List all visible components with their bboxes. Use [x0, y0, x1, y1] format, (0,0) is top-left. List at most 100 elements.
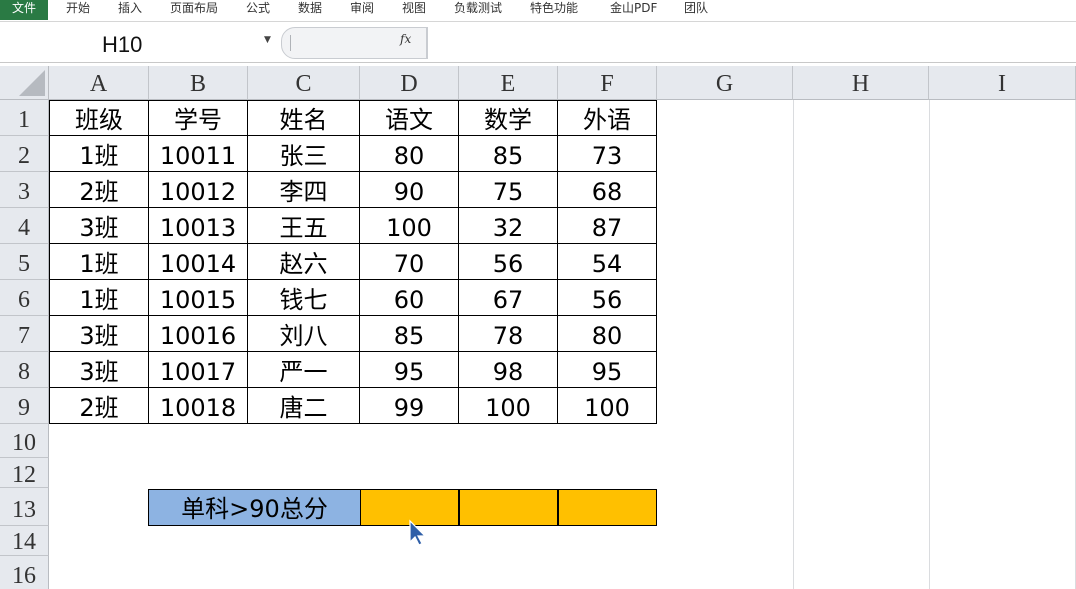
row-header-9[interactable]: 9: [0, 388, 49, 424]
row-header-5[interactable]: 5: [0, 244, 49, 280]
summary-value-cell-e[interactable]: [459, 489, 558, 526]
table-cell[interactable]: 3班: [50, 208, 149, 244]
row-header-12[interactable]: 12: [0, 458, 49, 488]
tab-home[interactable]: 开始: [66, 0, 90, 20]
row-header-8[interactable]: 8: [0, 352, 49, 388]
table-cell[interactable]: 赵六: [248, 244, 360, 280]
table-header-cell[interactable]: 班级: [50, 101, 149, 136]
tab-formulas[interactable]: 公式: [246, 0, 270, 20]
cell-divider: [459, 489, 460, 526]
row-header-7[interactable]: 7: [0, 316, 49, 352]
tab-load-test[interactable]: 负载测试: [454, 0, 502, 20]
formula-input[interactable]: [427, 27, 1076, 59]
table-cell[interactable]: 钱七: [248, 280, 360, 316]
table-cell[interactable]: 1班: [50, 280, 149, 316]
tab-page-layout[interactable]: 页面布局: [170, 0, 218, 20]
table-cell[interactable]: 80: [558, 316, 657, 352]
column-header-f[interactable]: F: [558, 66, 657, 100]
table-cell[interactable]: 10015: [149, 280, 248, 316]
table-header-cell[interactable]: 语文: [360, 101, 459, 136]
tab-file[interactable]: 文件: [0, 0, 48, 20]
table-cell[interactable]: 3班: [50, 316, 149, 352]
row-header-1[interactable]: 1: [0, 100, 49, 136]
table-cell[interactable]: 王五: [248, 208, 360, 244]
column-header-d[interactable]: D: [360, 66, 459, 100]
table-cell[interactable]: 98: [459, 352, 558, 388]
table-cell[interactable]: 3班: [50, 352, 149, 388]
table-cell[interactable]: 严一: [248, 352, 360, 388]
table-cell[interactable]: 54: [558, 244, 657, 280]
table-cell[interactable]: 10012: [149, 172, 248, 208]
column-header-h[interactable]: H: [793, 66, 929, 100]
table-cell[interactable]: 10013: [149, 208, 248, 244]
table-cell[interactable]: 32: [459, 208, 558, 244]
table-cell[interactable]: 10011: [149, 136, 248, 172]
table-header-cell[interactable]: 数学: [459, 101, 558, 136]
table-header-cell[interactable]: 姓名: [248, 101, 360, 136]
table-cell[interactable]: 10016: [149, 316, 248, 352]
table-cell[interactable]: 李四: [248, 172, 360, 208]
table-cell[interactable]: 95: [558, 352, 657, 388]
table-cell[interactable]: 85: [459, 136, 558, 172]
column-header-c[interactable]: C: [248, 66, 360, 100]
table-cell[interactable]: 85: [360, 316, 459, 352]
dropdown-arrow-icon[interactable]: ▼: [264, 35, 271, 45]
table-cell[interactable]: 张三: [248, 136, 360, 172]
row-header-16[interactable]: 16: [0, 556, 49, 589]
table-cell[interactable]: 刘八: [248, 316, 360, 352]
table-cell[interactable]: 100: [360, 208, 459, 244]
table-cell[interactable]: 2班: [50, 388, 149, 424]
row-header-6[interactable]: 6: [0, 280, 49, 316]
table-cell[interactable]: 100: [558, 388, 657, 424]
table-header-cell[interactable]: 学号: [149, 101, 248, 136]
tab-view[interactable]: 视图: [402, 0, 426, 20]
table-cell[interactable]: 10018: [149, 388, 248, 424]
insert-function-icon[interactable]: fx: [400, 32, 411, 46]
table-cell[interactable]: 73: [558, 136, 657, 172]
tab-data[interactable]: 数据: [298, 0, 322, 20]
table-cell[interactable]: 56: [558, 280, 657, 316]
summary-value-cell-f[interactable]: [558, 489, 657, 526]
table-cell[interactable]: 67: [459, 280, 558, 316]
table-cell[interactable]: 95: [360, 352, 459, 388]
table-cell[interactable]: 90: [360, 172, 459, 208]
tab-kingsoft-pdf[interactable]: 金山PDF: [610, 0, 657, 20]
splitter-handle[interactable]: [290, 35, 302, 51]
table-cell[interactable]: 60: [360, 280, 459, 316]
table-cell[interactable]: 68: [558, 172, 657, 208]
column-header-g[interactable]: G: [657, 66, 793, 100]
column-header-b[interactable]: B: [149, 66, 248, 100]
spreadsheet-grid[interactable]: A B C D E F G H I 1 2 3 4 5 6 7 8 9 10 1…: [0, 66, 1076, 589]
row-header-2[interactable]: 2: [0, 136, 49, 172]
table-cell[interactable]: 唐二: [248, 388, 360, 424]
row-header-4[interactable]: 4: [0, 208, 49, 244]
table-cell[interactable]: 10017: [149, 352, 248, 388]
summary-label-cell[interactable]: 单科>90总分: [148, 489, 361, 526]
column-header-a[interactable]: A: [49, 66, 149, 100]
table-cell[interactable]: 100: [459, 388, 558, 424]
table-cell[interactable]: 80: [360, 136, 459, 172]
table-cell[interactable]: 2班: [50, 172, 149, 208]
row-header-3[interactable]: 3: [0, 172, 49, 208]
row-header-13[interactable]: 13: [0, 488, 49, 526]
row-header-14[interactable]: 14: [0, 526, 49, 556]
column-header-e[interactable]: E: [459, 66, 558, 100]
tab-insert[interactable]: 插入: [118, 0, 142, 20]
table-cell[interactable]: 70: [360, 244, 459, 280]
name-box[interactable]: H10 ▼: [0, 29, 278, 57]
table-cell[interactable]: 1班: [50, 244, 149, 280]
table-cell[interactable]: 99: [360, 388, 459, 424]
table-cell[interactable]: 78: [459, 316, 558, 352]
column-header-i[interactable]: I: [929, 66, 1076, 100]
row-header-10[interactable]: 10: [0, 424, 49, 458]
tab-review[interactable]: 审阅: [350, 0, 374, 20]
table-cell[interactable]: 10014: [149, 244, 248, 280]
table-header-cell[interactable]: 外语: [558, 101, 657, 136]
table-cell[interactable]: 87: [558, 208, 657, 244]
select-all-button[interactable]: [0, 66, 49, 100]
tab-special-features[interactable]: 特色功能: [530, 0, 578, 20]
table-cell[interactable]: 1班: [50, 136, 149, 172]
table-cell[interactable]: 75: [459, 172, 558, 208]
tab-team[interactable]: 团队: [684, 0, 708, 20]
table-cell[interactable]: 56: [459, 244, 558, 280]
